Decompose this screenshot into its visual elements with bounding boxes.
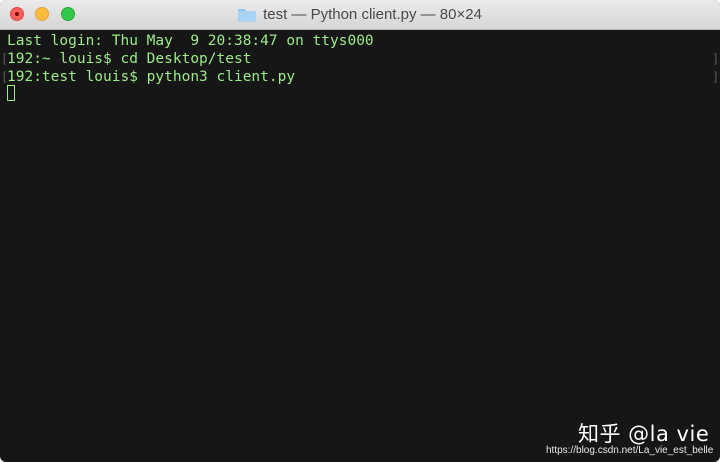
- terminal-output[interactable]: Last login: Thu May 9 20:38:47 on ttys00…: [0, 30, 720, 462]
- folder-icon: [238, 8, 257, 22]
- window-title: test — Python client.py — 80×24: [0, 0, 720, 29]
- window-title-text: test — Python client.py — 80×24: [263, 6, 482, 23]
- terminal-line-login: Last login: Thu May 9 20:38:47 on ttys00…: [7, 33, 374, 49]
- source-url-watermark: https://blog.csdn.net/La_vie_est_belle: [546, 445, 714, 456]
- terminal-window: test — Python client.py — 80×24 Last log…: [0, 0, 720, 462]
- line-mark-right: ]: [712, 52, 720, 66]
- terminal-line-python: 192:test louis$ python3 client.py: [7, 69, 296, 85]
- text-cursor: [7, 85, 15, 101]
- zhihu-watermark: 知乎 @la vie: [578, 422, 710, 446]
- terminal-line-cd: 192:~ louis$ cd Desktop/test: [7, 51, 252, 67]
- title-bar: test — Python client.py — 80×24: [0, 0, 720, 30]
- line-mark-right: ]: [712, 70, 720, 84]
